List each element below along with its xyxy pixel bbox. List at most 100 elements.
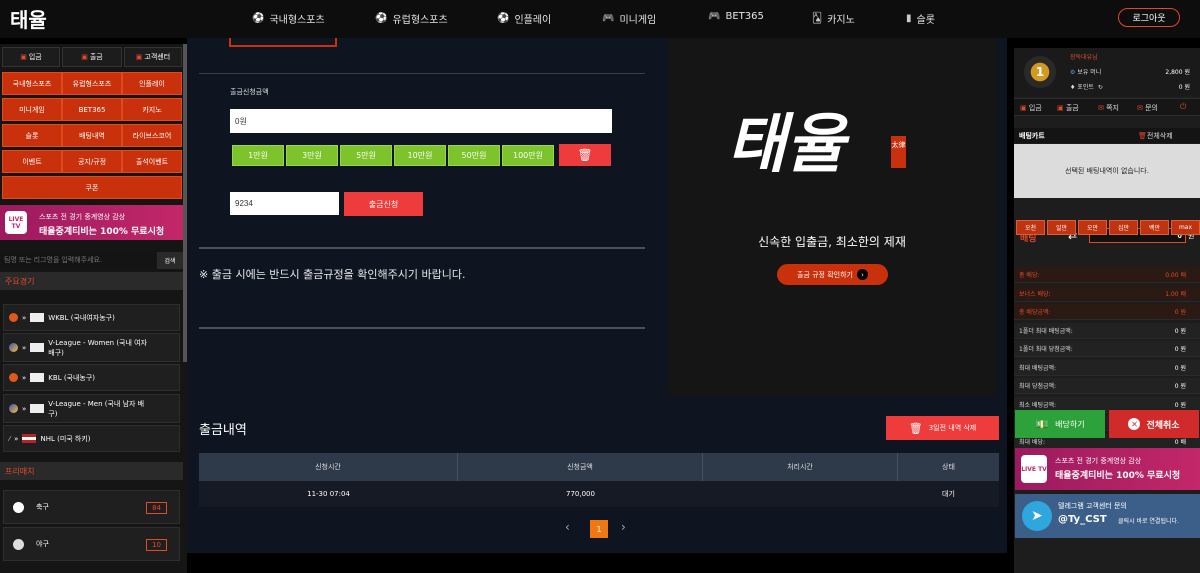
close-circle-icon: ✕ [1128, 418, 1141, 430]
nav-casino[interactable]: 🂡 카지노 [812, 11, 855, 26]
menu-casino[interactable]: 카지노 [122, 98, 182, 121]
amount-10k-button[interactable]: 1만원 [232, 145, 284, 166]
message-button[interactable]: ✉ 쪽지 [1098, 103, 1119, 113]
cell-request-amount: 770,000 [458, 481, 703, 507]
col-status: 상태 [898, 453, 999, 481]
menu-event[interactable]: 이벤트 [2, 150, 62, 173]
amount-30k-button[interactable]: 3만원 [286, 145, 338, 166]
support-button[interactable]: ▣ 고객센터 [124, 47, 182, 67]
menu-slot[interactable]: 슬롯 [2, 124, 62, 147]
bet-stat-label: 1폴더 최대 당첨금액: [1019, 346, 1073, 353]
menu-inplay[interactable]: 인플레이 [122, 72, 182, 95]
menu-livescore[interactable]: 라이브스코어 [122, 124, 182, 147]
nav-euro-sports[interactable]: ⚽ 유럽형스포츠 [375, 11, 448, 26]
prematch-item-soccer[interactable]: 축구 84 [3, 490, 180, 524]
betcart-title: 배팅카트 [1019, 132, 1045, 140]
menu-notice-rules[interactable]: 공지/규정 [62, 150, 122, 173]
power-icon[interactable]: ⏻ [1180, 102, 1186, 112]
usa-flag-icon [22, 434, 37, 443]
menu-minigame[interactable]: 미니게임 [2, 98, 62, 121]
chip-max[interactable]: max [1171, 220, 1200, 235]
promo-seal: 太律 [891, 136, 906, 168]
withdraw-submit-button[interactable]: 출금신청 [344, 192, 423, 216]
live-tv-banner[interactable]: LIVE TV 스포츠 전 경기 중계영상 감상 태율중계티비는 100% 무료… [0, 205, 183, 240]
featured-item-vleague-men[interactable]: » V-League - Men (국내 남자 배구) [3, 394, 180, 423]
bet-stat-row: 1폴더 최대 당첨금액: 0 원 [1014, 341, 1200, 357]
partial-button[interactable] [229, 38, 337, 47]
bet-stat-row: 총 배당: 0.00 배 [1014, 267, 1200, 283]
nav-slot[interactable]: ▮ 슬롯 [906, 11, 935, 26]
withdraw-amount-input[interactable] [230, 109, 612, 133]
menu-coupon[interactable]: 쿠폰 [2, 176, 182, 199]
featured-item-nhl[interactable]: ⁄» NHL (미국 하키) [3, 425, 180, 452]
bet-stat-value: 0 원 [1174, 364, 1186, 372]
telegram-banner[interactable]: ➤ 텔레그램 고객센터 문의 @Ty_CST 클릭시 바로 연결됩니다. [1015, 494, 1200, 538]
page-prev[interactable]: ‹ [565, 520, 570, 534]
withdraw-rules-button[interactable]: 출금 규정 확인하기 › [777, 264, 888, 285]
withdraw-icon: ▣ [81, 53, 88, 61]
chip-50000[interactable]: 오만 [1078, 220, 1107, 235]
search-button[interactable]: 검색 [157, 252, 183, 269]
bet-stat-value: 0 원 [1174, 309, 1186, 316]
refresh-icon[interactable]: ↻ [1098, 84, 1103, 91]
clear-amount-button[interactable]: 🗑 [559, 144, 611, 166]
amount-50k-button[interactable]: 5만원 [340, 145, 392, 166]
prematch-item-baseball[interactable]: 야구 10 [3, 527, 180, 561]
money-value: 2,800 원 [1165, 69, 1190, 76]
count-badge: 84 [146, 502, 167, 514]
page-next[interactable]: › [621, 520, 626, 534]
chevron-right-icon: » [22, 404, 27, 413]
page-current[interactable]: 1 [590, 520, 608, 538]
place-bet-button[interactable]: 💵 배당하기 [1015, 410, 1105, 438]
telegram-id: @Ty_CST [1058, 514, 1107, 525]
live-tv-banner-right[interactable]: LIVE TV 스포츠 전 경기 중계영상 감상 태율중계티비는 100% 무료… [1015, 448, 1200, 490]
live-tv-badge: LIVE TV [5, 211, 27, 234]
menu-bet365[interactable]: BET365 [62, 98, 122, 121]
nav-bet365[interactable]: 🎮 BET365 [708, 11, 764, 22]
amount-1m-button[interactable]: 100만원 [502, 145, 554, 166]
withdraw-icon: ▣ [1057, 104, 1064, 112]
featured-item-vleague-women[interactable]: » V-League - Women (국내 여자배구) [3, 333, 180, 362]
nav-domestic-sports[interactable]: ⚽ 국내형스포츠 [252, 11, 325, 26]
chevron-right-icon: » [14, 434, 19, 443]
delete-all-button[interactable]: 🗑전체삭제 [1138, 131, 1173, 141]
menu-bet-history[interactable]: 배팅내역 [62, 124, 122, 147]
site-logo[interactable]: 태율 [10, 4, 47, 33]
promo-panel: 태율 太律 신속한 입출금, 최소한의 제재 출금 규정 확인하기 › [667, 38, 997, 397]
withdraw-password-input[interactable] [230, 192, 339, 215]
betcart-header: 배팅카트 🗑전체삭제 [1014, 128, 1200, 143]
quick-withdraw-button[interactable]: ▣ 출금 [1057, 103, 1079, 113]
nav-inplay[interactable]: ⚽ 인플레이 [497, 11, 551, 26]
soccer-ball-icon: ⚽ [497, 13, 510, 24]
chip-1000000[interactable]: 백만 [1140, 220, 1169, 235]
user-actions: ▣ 입금 ▣ 출금 ✉ 쪽지 ✉ 문의 ⏻ [1014, 98, 1200, 116]
bet-stat-label: 최대 배팅금액: [1019, 364, 1057, 372]
chip-5000[interactable]: 오천 [1016, 220, 1045, 235]
bet-stat-row: 최대 배팅금액: 0 원 [1014, 359, 1200, 376]
cancel-all-button[interactable]: ✕ 전체취소 [1109, 410, 1199, 438]
top-bar: 태율 ⚽ 국내형스포츠 ⚽ 유럽형스포츠 ⚽ 인플레이 🎮 미니게임 🎮 BET365 🂡… [0, 0, 1200, 38]
bet-stat-value: 0 원 [1174, 327, 1186, 335]
amount-100k-button[interactable]: 10만원 [394, 145, 446, 166]
menu-domestic-sports[interactable]: 국내형스포츠 [2, 72, 62, 95]
menu-euro-sports[interactable]: 유럽형스포츠 [62, 72, 122, 95]
featured-item-wkbl[interactable]: » WKBL (국내여자농구) [3, 304, 180, 331]
withdraw-button[interactable]: ▣ 출금 [62, 47, 122, 67]
team-search-input[interactable] [0, 252, 155, 268]
menu-attendance[interactable]: 출석이벤트 [122, 150, 182, 173]
quick-deposit-button[interactable]: ▣ 입금 [1020, 103, 1042, 113]
amount-500k-button[interactable]: 50만원 [448, 145, 500, 166]
inquiry-button[interactable]: ✉ 문의 [1137, 103, 1158, 113]
deposit-icon: ▣ [20, 53, 27, 61]
chip-100000[interactable]: 십만 [1109, 220, 1138, 235]
deposit-button[interactable]: ▣ 입금 [2, 47, 60, 67]
chip-10000[interactable]: 일만 [1047, 220, 1076, 235]
bet-stat-label: 보너스 배당: [1019, 290, 1051, 298]
logout-button[interactable]: 로그아웃 [1118, 8, 1180, 27]
right-sidebar: 1 장독대유님 ⚙ 보유 머니 2,800 원 ♦ 포인트 ↻ 0 원 ▣ 입금 … [1014, 48, 1200, 573]
featured-item-kbl[interactable]: » KBL (국내농구) [3, 364, 180, 391]
betcart-empty-message: 선택된 배팅내역이 없습니다. [1014, 144, 1200, 198]
nav-minigame[interactable]: 🎮 미니게임 [602, 11, 656, 26]
delete-old-history-button[interactable]: 🗑 3일전 내역 삭제 [886, 416, 999, 440]
banner-line1: 스포츠 전 경기 중계영상 감상 [39, 213, 126, 221]
